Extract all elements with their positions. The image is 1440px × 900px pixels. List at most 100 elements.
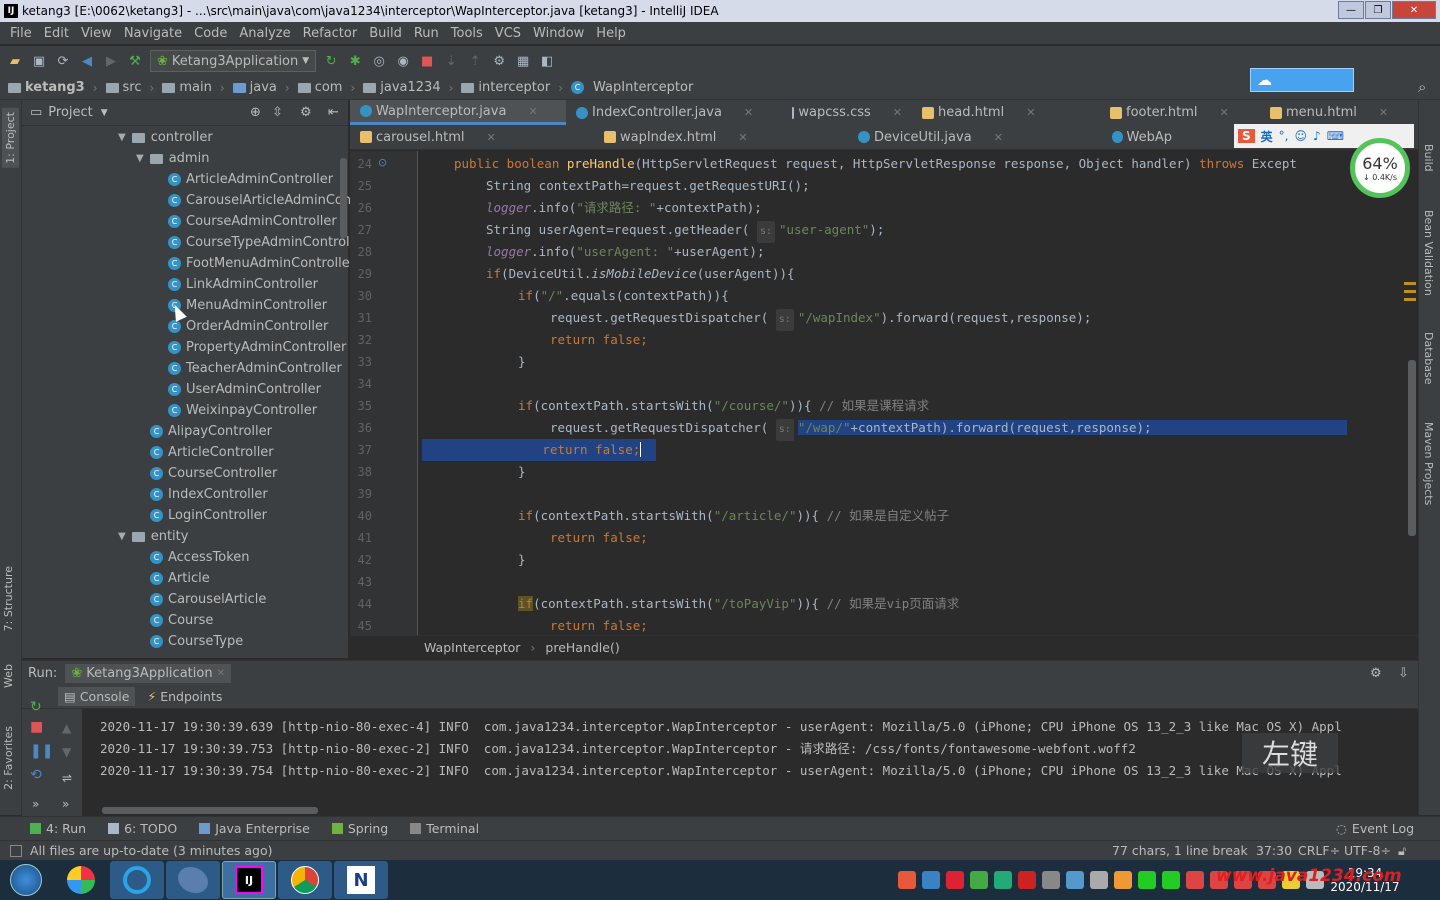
tree-class-item[interactable]: C CourseType xyxy=(150,631,243,652)
scroll-down-icon[interactable]: ▼ xyxy=(62,745,71,759)
crumb-com[interactable]: com xyxy=(297,80,342,95)
keyboard-icon[interactable]: ⌨ xyxy=(1327,129,1344,143)
chevron-down-icon[interactable]: ▼ xyxy=(136,153,144,164)
tree-scrollbar[interactable] xyxy=(340,158,347,238)
override-method-icon[interactable]: ⊙ xyxy=(378,156,387,169)
tree-class-item[interactable]: C AccessToken xyxy=(150,547,250,568)
tab-endpoints[interactable]: ⚡ Endpoints xyxy=(147,689,222,704)
tree-class-item[interactable]: C CarouselArticle xyxy=(150,589,266,610)
save-icon[interactable]: ▣ xyxy=(30,52,48,70)
crumb-src[interactable]: src xyxy=(105,80,142,95)
chevron-down-icon[interactable]: ▼ xyxy=(118,531,126,542)
tree-class-item[interactable]: C ArticleController xyxy=(150,442,274,463)
close-tab-icon[interactable]: ✕ xyxy=(893,106,902,119)
build-icon[interactable]: ⚒ xyxy=(126,52,144,70)
console-hscrollbar[interactable] xyxy=(102,807,318,814)
close-tab-icon[interactable]: ✕ xyxy=(994,131,1003,144)
editor-tab[interactable]: WapInterceptor.java ✕ xyxy=(350,100,566,125)
tree-class-item[interactable]: C CourseController xyxy=(150,463,277,484)
hide-panel-icon[interactable]: ⇤ xyxy=(328,105,339,120)
shield-icon[interactable] xyxy=(970,871,988,889)
close-tab-icon[interactable]: ✕ xyxy=(217,668,225,679)
tree-class-item[interactable]: C OrderAdminController xyxy=(168,316,328,337)
tool-window-button[interactable]: 6: TODO xyxy=(108,821,177,836)
tree-class-item[interactable]: C MenuAdminController xyxy=(168,295,327,316)
mic-icon[interactable]: ♪ xyxy=(1313,129,1321,143)
editor-tab[interactable]: wapcss.css ✕ xyxy=(782,100,912,125)
more-icon[interactable]: » xyxy=(62,797,69,811)
close-tab-icon[interactable]: ✕ xyxy=(487,131,496,144)
close-button[interactable]: ✕ xyxy=(1392,1,1436,19)
sdk-icon[interactable]: ◧ xyxy=(538,52,556,70)
tree-class-item[interactable]: C AlipayController xyxy=(150,421,272,442)
taskbar-chrome-icon[interactable] xyxy=(278,861,332,899)
punct-icon[interactable]: °, xyxy=(1279,129,1289,143)
menu-code[interactable]: Code xyxy=(188,26,233,41)
tab-favorites[interactable]: 2: Favorites xyxy=(2,726,15,790)
sync-icon[interactable]: ⟳ xyxy=(54,52,72,70)
editor-scrollbar[interactable] xyxy=(1408,360,1416,536)
breadcrumb-method[interactable]: preHandle() xyxy=(545,640,619,655)
close-tab-icon[interactable]: ✕ xyxy=(1379,106,1388,119)
gear-icon[interactable]: ⚙ xyxy=(1370,666,1382,681)
search-everywhere-icon[interactable]: ⌕ xyxy=(1418,78,1426,96)
crumb-project[interactable]: ketang3 xyxy=(8,80,85,95)
ime-lang-toggle[interactable]: 英 xyxy=(1261,128,1273,145)
editor-tab[interactable]: menu.html ✕ xyxy=(1260,100,1418,125)
rerun-icon[interactable]: ↻ xyxy=(30,699,42,715)
editor-tab[interactable]: wapIndex.html ✕ xyxy=(594,125,848,150)
close-tab-icon[interactable]: ✕ xyxy=(528,105,537,118)
menu-navigate[interactable]: Navigate xyxy=(118,26,188,41)
collapse-icon[interactable]: ⇳ xyxy=(272,105,283,120)
lock-icon[interactable]: 🔓︎ xyxy=(1398,843,1406,859)
tray-icon[interactable] xyxy=(994,871,1012,889)
line-separator[interactable]: CRLF÷ xyxy=(1298,843,1340,858)
menu-build[interactable]: Build xyxy=(363,26,408,41)
close-tab-icon[interactable]: ✕ xyxy=(1026,106,1035,119)
caret-position[interactable]: 37:30 xyxy=(1256,843,1292,858)
tray-icon[interactable] xyxy=(1066,871,1084,889)
crumb-java1234[interactable]: java1234 xyxy=(363,80,441,95)
editor-tab[interactable]: WebAp xyxy=(1102,125,1182,150)
tree-class-item[interactable]: C CourseAdminController xyxy=(168,211,337,232)
open-folder-icon[interactable]: ▰ xyxy=(6,52,24,70)
status-toggle-icon[interactable] xyxy=(10,844,22,857)
tree-class-item[interactable]: C IndexController xyxy=(150,484,268,505)
profile-icon[interactable]: ◉ xyxy=(394,52,412,70)
vcs-commit-icon[interactable]: ⇡ xyxy=(466,52,484,70)
event-log-button[interactable]: ◌ Event Log xyxy=(1336,821,1414,836)
back-icon[interactable]: ◀ xyxy=(78,52,96,70)
stop-icon[interactable]: ■ xyxy=(30,719,43,735)
start-button-icon[interactable] xyxy=(0,861,52,899)
breadcrumb-class[interactable]: WapInterceptor xyxy=(424,640,520,655)
restart-icon[interactable]: ⟲ xyxy=(30,767,42,783)
tab-bean-validation[interactable]: Bean Validation xyxy=(1422,210,1435,296)
coverage-icon[interactable]: ◎ xyxy=(370,52,388,70)
run-config-tab[interactable]: ❀ Ketang3Application ✕ xyxy=(65,663,231,683)
tab-build[interactable]: Build xyxy=(1422,144,1435,172)
crumb-interceptor[interactable]: interceptor xyxy=(461,80,550,95)
rerun-icon[interactable]: ↻ xyxy=(322,52,340,70)
tree-class-item[interactable]: C WeixinpayController xyxy=(168,400,317,421)
tree-class-item[interactable]: C ArticleAdminController xyxy=(168,169,333,190)
project-structure-icon[interactable]: ▦ xyxy=(514,52,532,70)
tray-icon[interactable] xyxy=(1114,871,1132,889)
tree-class-item[interactable]: C LoginController xyxy=(150,505,267,526)
menu-refactor[interactable]: Refactor xyxy=(297,26,364,41)
tray-icon[interactable] xyxy=(922,871,940,889)
pause-icon[interactable]: ❚❚ xyxy=(30,743,53,759)
tree-folder[interactable]: ▼ entity xyxy=(118,526,188,547)
taskbar-intellij-icon[interactable]: IJ xyxy=(222,861,276,899)
sogou-tray-icon[interactable] xyxy=(898,871,916,889)
menu-analyze[interactable]: Analyze xyxy=(233,26,296,41)
tree-folder[interactable]: ▼ controller xyxy=(118,127,213,148)
editor-tab[interactable]: footer.html ✕ xyxy=(1100,100,1260,125)
wechat-icon[interactable] xyxy=(1162,871,1180,889)
tab-maven-projects[interactable]: Maven Projects xyxy=(1422,422,1435,505)
minimize-button[interactable]: — xyxy=(1338,1,1364,19)
tab-database[interactable]: Database xyxy=(1422,332,1435,385)
file-encoding[interactable]: UTF-8÷ xyxy=(1344,843,1391,858)
forward-icon[interactable]: ▶ xyxy=(102,52,120,70)
tree-class-item[interactable]: C LinkAdminController xyxy=(168,274,318,295)
tool-window-button[interactable]: 4: Run xyxy=(30,821,86,836)
